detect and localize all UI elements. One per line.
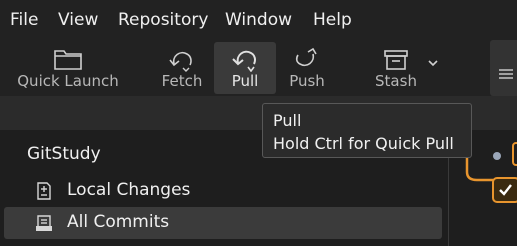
menu-bar: File View Repository Window Help xyxy=(0,0,517,40)
push-button[interactable]: Push xyxy=(282,42,332,94)
stash-button[interactable]: Stash xyxy=(370,42,422,94)
menu-help[interactable]: Help xyxy=(313,9,352,31)
folder-icon xyxy=(54,50,82,70)
fetch-button[interactable]: Fetch xyxy=(157,42,207,94)
quick-launch-button[interactable]: Quick Launch xyxy=(12,42,124,94)
menu-lines-button[interactable] xyxy=(490,40,517,96)
pull-icon xyxy=(232,50,256,72)
pull-tooltip: Pull Hold Ctrl for Quick Pull xyxy=(262,103,472,158)
menu-view[interactable]: View xyxy=(58,9,98,31)
stash-label: Stash xyxy=(375,72,417,90)
fetch-label: Fetch xyxy=(161,72,203,90)
tooltip-title: Pull xyxy=(273,111,302,130)
stash-icon xyxy=(384,50,408,70)
sidebar-item-local-changes[interactable]: Local Changes xyxy=(4,175,442,207)
local-changes-icon xyxy=(37,182,51,200)
tooltip-hint: Hold Ctrl for Quick Pull xyxy=(273,134,454,153)
menu-repository[interactable]: Repository xyxy=(118,9,208,31)
menu-window[interactable]: Window xyxy=(225,9,292,31)
sidebar-item-all-commits[interactable]: All Commits xyxy=(4,207,442,239)
fetch-icon xyxy=(169,51,192,72)
push-label: Push xyxy=(289,72,325,90)
quick-launch-label: Quick Launch xyxy=(17,72,119,90)
pull-label: Pull xyxy=(231,72,259,90)
pull-button[interactable]: Pull xyxy=(214,42,276,94)
all-commits-icon xyxy=(36,215,52,231)
sidebar-item-label: Local Changes xyxy=(67,180,191,200)
sidebar-item-label: All Commits xyxy=(67,212,170,232)
menu-file[interactable]: File xyxy=(10,9,38,31)
stash-dropdown-chevron-icon[interactable] xyxy=(426,56,440,70)
push-icon xyxy=(295,47,317,67)
menu-lines-icon xyxy=(499,69,513,79)
commit-node-icon xyxy=(493,152,501,160)
repository-name[interactable]: GitStudy xyxy=(27,144,101,164)
